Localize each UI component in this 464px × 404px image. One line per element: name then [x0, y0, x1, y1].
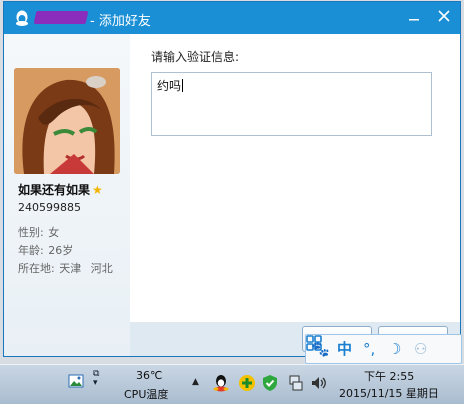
- city-value: 天津: [59, 262, 82, 275]
- age-row: 年龄: 26岁: [18, 242, 73, 258]
- gender-label: 性别:: [18, 226, 44, 239]
- network-icon[interactable]: [287, 374, 305, 392]
- security-shield-icon[interactable]: [261, 374, 279, 392]
- cpu-temperature-label: CPU温度: [124, 388, 169, 401]
- image-viewer-icon[interactable]: [68, 373, 84, 389]
- location-label: 所在地:: [18, 262, 55, 275]
- paw-icon[interactable]: 🐾: [311, 339, 330, 359]
- nickname-row: 如果还有如果 ★: [18, 181, 103, 198]
- message-text: 约吗: [157, 79, 182, 93]
- window-switch-icon[interactable]: ⧉ ▾: [93, 370, 99, 388]
- gender-row: 性别: 女: [18, 224, 59, 240]
- redacted-name: [33, 11, 89, 24]
- add-friend-dialog: - 添加好友 如果还有如果 ★ 240599885 性别: 女 年龄: 26岁 …: [3, 1, 461, 357]
- cpu-temperature: 36℃: [136, 369, 163, 382]
- close-button[interactable]: [432, 6, 456, 30]
- moon-icon[interactable]: ☽: [388, 339, 401, 359]
- volume-icon[interactable]: [310, 374, 328, 392]
- star-icon: ★: [92, 183, 103, 197]
- ime-toolbar[interactable]: 🐾 中 °, ☽ ⚇: [305, 334, 462, 364]
- nickname: 如果还有如果: [18, 183, 91, 197]
- title-bar[interactable]: - 添加好友: [4, 2, 460, 34]
- ime-mode-toggle[interactable]: 中: [337, 339, 352, 359]
- verification-prompt: 请输入验证信息:: [151, 50, 240, 64]
- add-plus-tray-icon[interactable]: [238, 374, 256, 392]
- show-hidden-icons-arrow-icon[interactable]: ▲: [192, 377, 199, 387]
- verification-message-input[interactable]: 约吗: [151, 72, 432, 136]
- qq-penguin-icon: [16, 10, 28, 26]
- province-value: 河北: [90, 262, 113, 275]
- avatar[interactable]: [14, 68, 120, 174]
- age-label: 年龄:: [18, 244, 44, 257]
- qq-tray-icon[interactable]: [212, 374, 230, 392]
- text-caret: [182, 79, 184, 92]
- gender-value: 女: [48, 226, 60, 239]
- avatar-picture: [14, 68, 120, 174]
- age-value: 26岁: [48, 244, 74, 257]
- minimize-icon: [409, 19, 419, 21]
- punctuation-toggle[interactable]: °,: [363, 339, 375, 359]
- minimize-button[interactable]: [402, 6, 426, 30]
- user-icon[interactable]: ⚇: [414, 339, 427, 359]
- qq-number: 240599885: [18, 201, 81, 214]
- window-title: - 添加好友: [90, 14, 151, 29]
- clock-date[interactable]: 2015/11/15 星期日: [339, 385, 439, 401]
- clock-time[interactable]: 下午 2:55: [364, 368, 414, 384]
- close-icon: [438, 10, 450, 22]
- profile-panel: 如果还有如果 ★ 240599885 性别: 女 年龄: 26岁 所在地: 天津 …: [4, 34, 130, 356]
- location-row: 所在地: 天津 河北: [18, 260, 113, 276]
